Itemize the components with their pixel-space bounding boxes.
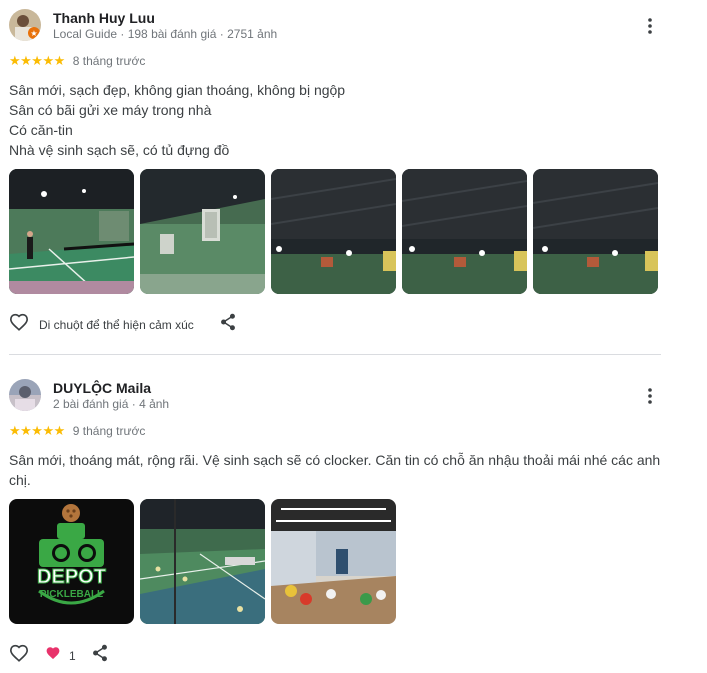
court-photo-4[interactable] xyxy=(402,169,527,294)
photo-strip: DEPOT PICKLEBALL xyxy=(9,499,396,624)
heart-outline-icon xyxy=(9,313,29,336)
star-rating: ★★★★★ xyxy=(9,423,65,438)
review-actions: 1 xyxy=(9,644,108,667)
rating-row: ★★★★★ 8 tháng trước xyxy=(9,53,145,69)
review-card: ★ Thanh Huy Luu Local Guide · 198 bài đá… xyxy=(9,9,661,339)
svg-text:★: ★ xyxy=(30,29,37,38)
more-vert-icon xyxy=(648,388,652,404)
more-options-button[interactable] xyxy=(639,385,661,407)
like-button[interactable] xyxy=(9,644,29,667)
court-photo-1[interactable] xyxy=(9,169,134,294)
rating-row: ★★★★★ 9 tháng trước xyxy=(9,423,145,439)
more-options-button[interactable] xyxy=(639,15,661,37)
heart-outline-icon xyxy=(9,644,29,667)
avatar[interactable] xyxy=(9,379,41,411)
more-vert-icon xyxy=(648,18,652,34)
depot-logo-photo[interactable]: DEPOT PICKLEBALL xyxy=(9,499,134,624)
logo-text-depot: DEPOT xyxy=(37,566,106,588)
court-photo[interactable] xyxy=(140,499,265,624)
reviewer-name[interactable]: Thanh Huy Luu xyxy=(53,10,155,26)
review-text-line: Sân mới, thoáng mát, rộng rãi. Vệ sinh s… xyxy=(9,452,661,468)
review-actions: Di chuột để thể hiện cảm xúc xyxy=(9,313,236,336)
react-hint: Di chuột để thể hiện cảm xúc xyxy=(39,317,194,332)
avatar[interactable]: ★ xyxy=(9,9,41,41)
like-count: 1 xyxy=(69,648,76,663)
review-text-line: Sân có bãi gửi xe máy trong nhà xyxy=(9,102,212,118)
share-button[interactable] xyxy=(220,313,236,336)
review-text-line: Nhà vệ sinh sạch sẽ, có tủ đựng đồ xyxy=(9,142,230,158)
reviewer-name[interactable]: DUYLỘC Maila xyxy=(53,380,151,396)
reviewer-meta[interactable]: 2 bài đánh giá · 4 ảnh xyxy=(53,397,169,411)
canteen-photo[interactable] xyxy=(271,499,396,624)
review-date: 8 tháng trước xyxy=(72,54,146,68)
review-text: Sân mới, thoáng mát, rộng rãi. Vệ sinh s… xyxy=(9,450,669,490)
share-button[interactable] xyxy=(92,644,108,667)
review-date: 9 tháng trước xyxy=(72,424,146,438)
share-icon xyxy=(92,644,108,667)
reaction-count[interactable]: 1 xyxy=(45,646,76,665)
star-rating: ★★★★★ xyxy=(9,53,65,68)
court-photo-3[interactable] xyxy=(271,169,396,294)
court-photo-5[interactable] xyxy=(533,169,658,294)
review-text-line: Có căn-tin xyxy=(9,122,73,138)
review-card: DUYLỘC Maila 2 bài đánh giá · 4 ảnh ★★★★… xyxy=(9,379,661,669)
divider xyxy=(9,354,661,355)
review-text-line: Sân mới, sạch đẹp, không gian thoáng, kh… xyxy=(9,82,346,98)
review-text-line: chị. xyxy=(9,472,31,488)
photo-strip xyxy=(9,169,658,294)
heart-filled-icon xyxy=(45,646,61,665)
reviewer-meta[interactable]: Local Guide · 198 bài đánh giá · 2751 ản… xyxy=(53,27,277,41)
review-text: Sân mới, sạch đẹp, không gian thoáng, kh… xyxy=(9,80,669,160)
share-icon xyxy=(220,313,236,336)
court-photo-2[interactable] xyxy=(140,169,265,294)
like-button[interactable] xyxy=(9,313,29,336)
